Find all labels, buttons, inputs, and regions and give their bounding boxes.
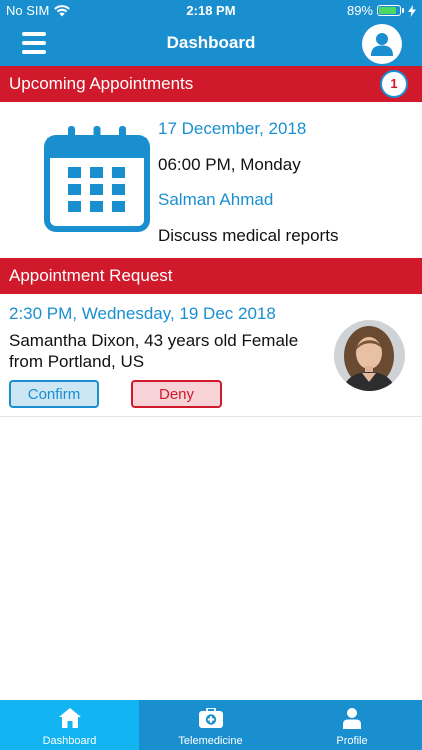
- deny-button[interactable]: Deny: [131, 380, 222, 408]
- upcoming-appointment-card[interactable]: 17 December, 2018 06:00 PM, Monday Salma…: [0, 102, 422, 258]
- appointment-count-badge[interactable]: 1: [380, 70, 408, 98]
- battery-status: 89%: [347, 3, 416, 18]
- patient-avatar: [334, 320, 405, 391]
- appointment-date: 17 December, 2018: [158, 119, 307, 138]
- tab-telemedicine-label: Telemedicine: [178, 735, 243, 747]
- medical-kit-icon: [198, 708, 223, 728]
- request-patient-info: Samantha Dixon, 43 years old Female from…: [9, 331, 299, 371]
- battery-icon: [377, 5, 404, 16]
- confirm-button[interactable]: Confirm: [9, 380, 99, 408]
- tab-profile[interactable]: Profile: [282, 700, 422, 750]
- appointment-request-title: Appointment Request: [9, 266, 173, 285]
- appointment-details: 17 December, 2018 06:00 PM, Monday Salma…: [158, 118, 338, 260]
- person-icon: [343, 708, 361, 729]
- appointment-request-card: 2:30 PM, Wednesday, 19 Dec 2018 Samantha…: [0, 294, 422, 417]
- tab-dashboard[interactable]: Dashboard: [0, 700, 139, 750]
- profile-avatar-button[interactable]: [362, 24, 402, 64]
- top-bar: No SIM 2:18 PM 89% Dashboard: [0, 0, 422, 66]
- tab-telemedicine[interactable]: Telemedicine: [139, 700, 282, 750]
- charging-bolt-icon: [408, 4, 416, 17]
- appointment-doctor: Salman Ahmad: [158, 190, 274, 209]
- nav-bar: Dashboard: [0, 22, 422, 66]
- request-datetime: 2:30 PM, Wednesday, 19 Dec 2018: [9, 304, 276, 323]
- battery-percent: 89%: [346, 3, 373, 18]
- user-icon: [371, 33, 393, 56]
- status-bar: No SIM 2:18 PM 89%: [0, 0, 422, 22]
- calendar-icon: [44, 126, 150, 232]
- appointment-time: 06:00 PM, Monday: [158, 154, 301, 174]
- upcoming-appointments-title: Upcoming Appointments: [9, 74, 194, 93]
- tab-dashboard-label: Dashboard: [42, 735, 97, 747]
- page-title: Dashboard: [166, 33, 256, 52]
- appointment-note: Discuss medical reports: [158, 225, 339, 245]
- appointment-request-header: Appointment Request: [0, 258, 422, 294]
- home-icon: [58, 708, 81, 728]
- upcoming-appointments-header: Upcoming Appointments 1: [0, 66, 422, 102]
- tab-bar: Dashboard Telemedicine Profile: [0, 700, 422, 750]
- tab-profile-label: Profile: [336, 735, 368, 747]
